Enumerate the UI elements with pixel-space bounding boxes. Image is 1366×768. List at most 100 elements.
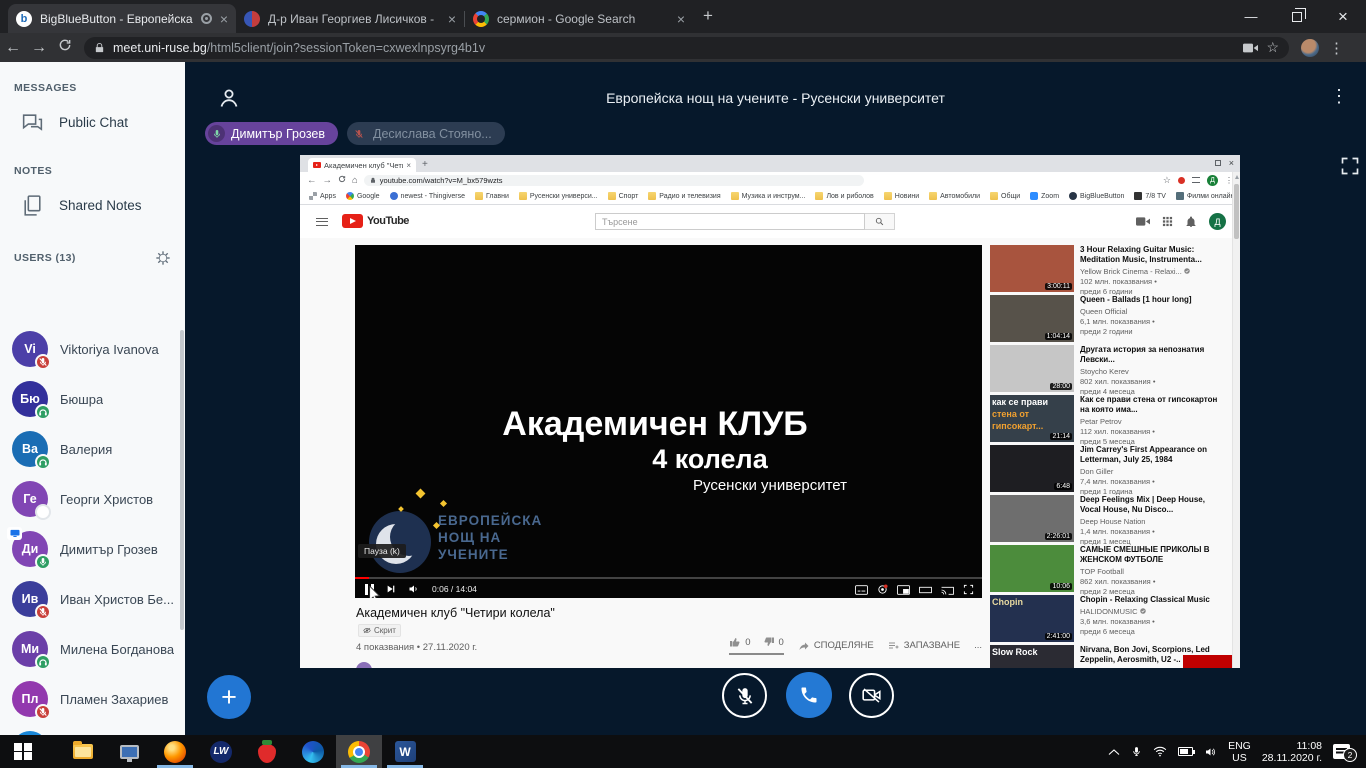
tab-close-icon[interactable]: × — [220, 12, 228, 26]
recommended-video[interactable]: 1:04:14 Queen - Ballads [1 hour long] Qu… — [990, 295, 1226, 345]
shared-address-bar[interactable]: youtube.com/watch?v=M_bx579wzts — [364, 175, 864, 186]
taskbar-firefox[interactable] — [152, 735, 198, 768]
channel-avatar[interactable] — [356, 662, 372, 668]
tray-mic-icon[interactable] — [1131, 745, 1142, 758]
taskbar-remote-desktop[interactable] — [106, 735, 152, 768]
youtube-create-video-icon[interactable] — [1136, 216, 1150, 227]
sidebar-item-shared-notes[interactable]: Shared Notes — [0, 183, 185, 228]
browser-menu-icon[interactable]: ⋮ — [1329, 39, 1344, 57]
language-indicator[interactable]: ENG US — [1228, 740, 1251, 764]
profile-avatar[interactable] — [1301, 39, 1319, 57]
address-bar[interactable]: meet.uni-ruse.bg/html5client/join?sessio… — [84, 37, 1289, 59]
shared-scrollbar[interactable] — [1232, 172, 1240, 668]
shared-list-icon[interactable] — [1192, 177, 1200, 183]
save-button[interactable]: ЗАПАЗВАНЕ — [888, 640, 960, 652]
youtube-apps-grid-icon[interactable] — [1162, 216, 1173, 227]
shared-home-icon[interactable]: ⌂ — [352, 175, 358, 186]
tab-bigbluebutton[interactable]: b BigBlueButton - Европейска × — [8, 4, 236, 33]
shared-tab-close-icon[interactable]: × — [406, 161, 411, 170]
minimize-button[interactable]: — — [1228, 0, 1274, 33]
shared-extension-icon[interactable] — [1178, 177, 1185, 184]
shared-bookmark-star-icon[interactable]: ☆ — [1163, 175, 1171, 186]
user-list-item[interactable]: Бю Бюшра — [0, 374, 178, 424]
new-tab-button[interactable]: + — [703, 6, 713, 26]
notifications-bell-icon[interactable] — [1185, 216, 1197, 228]
cast-icon[interactable] — [941, 585, 954, 595]
recommended-video[interactable]: как се правистена отгипсокарт... 21:14 К… — [990, 395, 1226, 445]
bbb-actions-plus-button[interactable]: + — [207, 675, 251, 719]
youtube-menu-icon[interactable] — [316, 218, 328, 226]
youtube-search-input[interactable] — [595, 213, 865, 230]
user-list-item[interactable]: Ми Милена Богданова — [0, 624, 178, 674]
taskbar-file-explorer[interactable] — [60, 735, 106, 768]
youtube-logo[interactable]: YouTube — [342, 214, 409, 228]
user-list-item[interactable]: Ге Георги Христов — [0, 474, 178, 524]
bookmark-item[interactable]: Филми онлайн — [1176, 192, 1235, 200]
forward-icon[interactable]: → — [26, 39, 52, 57]
fullscreen-icon[interactable] — [1340, 156, 1360, 176]
dislike-button[interactable]: 0 — [763, 636, 784, 648]
taskbar-lw-app[interactable]: LW — [198, 735, 244, 768]
start-button[interactable] — [0, 735, 46, 768]
restore-button[interactable] — [1274, 0, 1320, 33]
sidebar-scrollbar[interactable] — [180, 330, 184, 630]
bookmark-item[interactable]: Zoom — [1030, 192, 1059, 200]
close-button[interactable]: × — [1320, 0, 1366, 33]
tab-lisichkov[interactable]: Д-р Иван Георгиев Лисичков - × — [236, 4, 464, 33]
talker-pill[interactable]: Десислава Стояно... — [347, 122, 505, 145]
shared-restore-icon[interactable] — [1215, 160, 1221, 166]
leave-audio-button[interactable] — [786, 672, 832, 718]
miniplayer-icon[interactable] — [897, 585, 910, 595]
taskbar-edge[interactable] — [290, 735, 336, 768]
shared-close-icon[interactable]: × — [1229, 158, 1234, 168]
battery-icon[interactable] — [1178, 747, 1193, 756]
player-fullscreen-icon[interactable] — [963, 584, 974, 595]
clock[interactable]: 11:08 28.11.2020 г. — [1262, 740, 1322, 764]
taskbar-strawberry-app[interactable] — [244, 735, 290, 768]
bookmark-item[interactable]: Общи — [990, 192, 1020, 200]
like-button[interactable]: 0 — [729, 636, 750, 648]
recommended-video[interactable]: Chopin 2:41:00 Chopin - Relaxing Classic… — [990, 595, 1226, 645]
bookmark-item[interactable]: Автомобили — [929, 192, 980, 200]
scroll-up-icon[interactable] — [1235, 175, 1239, 179]
shared-reload-icon[interactable] — [338, 175, 346, 186]
bookmark-item[interactable]: 7/8 TV — [1134, 192, 1166, 200]
share-button[interactable]: СПОДЕЛЯНЕ — [798, 640, 874, 652]
mute-toggle-button[interactable] — [722, 673, 767, 718]
bookmark-item[interactable]: Google — [346, 192, 380, 200]
shared-forward-icon[interactable]: → — [323, 175, 333, 186]
shared-tab-youtube[interactable]: Академичен клуб "Четири... × — [308, 158, 416, 172]
bookmark-item[interactable]: Музика и инструм... — [731, 192, 806, 200]
tray-expand-chevron-icon[interactable] — [1108, 748, 1120, 756]
volume-icon[interactable] — [408, 583, 420, 595]
user-list-item[interactable]: Ив Иван Христов Бе... — [0, 574, 178, 624]
sidebar-item-public-chat[interactable]: Public Chat — [0, 100, 185, 145]
bookmark-item[interactable]: BigBlueButton — [1069, 192, 1124, 200]
recommended-video[interactable]: 28:00 Другата история за непознатия Левс… — [990, 345, 1226, 395]
talker-pill[interactable]: Димитър Грозев — [205, 122, 338, 145]
video-player[interactable]: Академичен КЛУБ 4 колела Русенски универ… — [355, 245, 982, 598]
shared-profile-avatar[interactable]: Д — [1207, 175, 1218, 186]
taskbar-word[interactable]: W — [382, 735, 428, 768]
user-list-item[interactable]: Ва Валерия — [0, 424, 178, 474]
bookmark-item[interactable]: Главни — [475, 192, 509, 200]
user-list-item[interactable]: Пл Пламен Захариев — [0, 674, 178, 724]
bookmark-item[interactable]: Apps — [309, 192, 336, 200]
bookmark-item[interactable]: Спорт — [608, 192, 639, 200]
theater-mode-icon[interactable] — [919, 585, 932, 595]
subtitles-icon[interactable] — [855, 585, 868, 595]
users-settings-gear-icon[interactable] — [155, 250, 171, 266]
bookmark-star-icon[interactable]: ☆ — [1266, 39, 1279, 56]
tab-camera-icon[interactable] — [1243, 42, 1258, 54]
youtube-search-button[interactable] — [865, 213, 895, 230]
volume-tray-icon[interactable] — [1204, 746, 1217, 758]
user-list-item[interactable]: Ди Димитър Грозев — [0, 524, 178, 574]
more-actions[interactable]: ... — [974, 640, 982, 651]
tab-google-search[interactable]: сермион - Google Search × — [465, 4, 693, 33]
scroll-thumb[interactable] — [1234, 184, 1239, 239]
bookmark-item[interactable]: Русенски универси... — [519, 192, 598, 200]
shared-new-tab-button[interactable]: + — [422, 159, 428, 170]
reload-icon[interactable] — [52, 38, 78, 57]
bookmark-item[interactable]: Лов и риболов — [815, 192, 873, 200]
recommended-video[interactable]: 10:06 САМЫЕ СМЕШНЫЕ ПРИКОЛЫ В ЖЕНСКОМ ФУ… — [990, 545, 1226, 595]
